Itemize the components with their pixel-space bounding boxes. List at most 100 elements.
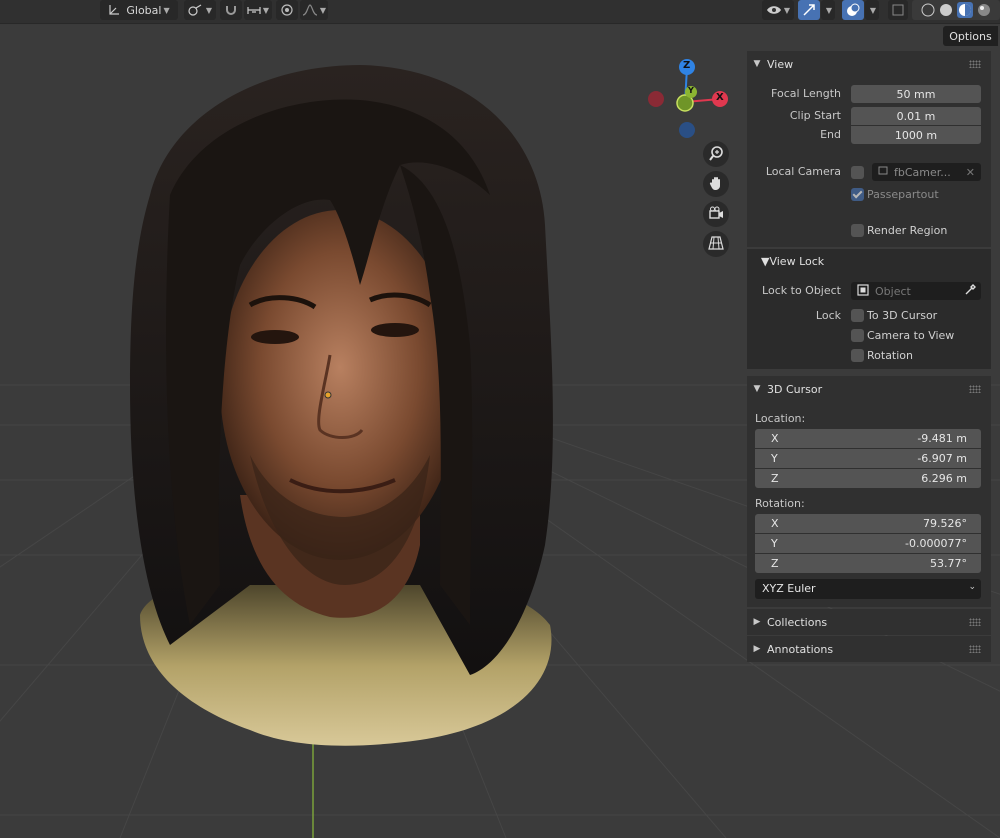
axis-value: -6.907 m bbox=[917, 452, 967, 465]
pivot-point-dropdown[interactable]: ▼ bbox=[184, 0, 216, 20]
drag-handle-icon[interactable] bbox=[969, 385, 981, 393]
location-y-field[interactable]: Y -6.907 m bbox=[755, 449, 981, 468]
lock-to-object-field[interactable]: Object bbox=[851, 282, 981, 300]
zoom-view-button[interactable] bbox=[703, 141, 729, 167]
sidebar-panel: ▼ View Focal Length 50 mm Clip Start 0.0… bbox=[747, 50, 991, 670]
view-panel-header[interactable]: ▼ View bbox=[747, 51, 991, 77]
camera-icon bbox=[708, 205, 724, 224]
chevron-down-icon: ▼ bbox=[262, 5, 270, 15]
axis-label: Y bbox=[771, 452, 778, 465]
chevron-down-icon: ▼ bbox=[825, 5, 833, 15]
3d-cursor-panel-header[interactable]: ▼ 3D Cursor bbox=[747, 376, 991, 402]
chevron-down-icon: ▼ bbox=[761, 254, 770, 268]
drag-handle-icon[interactable] bbox=[969, 618, 981, 626]
local-camera-field[interactable]: fbCamer... ✕ bbox=[872, 163, 981, 181]
rotation-mode-select[interactable]: XYZ Euler ⌄ bbox=[755, 579, 981, 599]
passepartout-checkbox[interactable] bbox=[851, 188, 864, 201]
pivot-icon bbox=[188, 4, 204, 16]
to-3d-cursor-label: To 3D Cursor bbox=[867, 309, 938, 322]
3d-cursor-panel-body: Location: X -9.481 m Y -6.907 m Z 6.296 … bbox=[747, 402, 991, 607]
rotation-mode-value: XYZ Euler bbox=[762, 582, 816, 595]
3d-cursor-title: 3D Cursor bbox=[767, 382, 823, 396]
pan-view-button[interactable] bbox=[703, 171, 729, 197]
render-region-label: Render Region bbox=[867, 224, 948, 237]
to-3d-cursor-checkbox[interactable] bbox=[851, 309, 864, 322]
hand-icon bbox=[708, 175, 724, 194]
view-lock-panel-body: Lock to Object Object Lock To 3D Cursor … bbox=[747, 273, 991, 369]
clip-end-field[interactable]: 1000 m bbox=[851, 126, 981, 144]
gizmo-icon bbox=[802, 3, 816, 17]
gizmo-dropdown[interactable]: ▼ bbox=[821, 0, 835, 20]
overlays-toggle[interactable] bbox=[842, 0, 864, 20]
render-region-checkbox[interactable] bbox=[851, 224, 864, 237]
eyedropper-icon[interactable] bbox=[964, 284, 976, 299]
drag-handle-icon[interactable] bbox=[969, 60, 981, 68]
view-lock-panel-header[interactable]: ▼ View Lock bbox=[747, 249, 991, 273]
camera-to-view-checkbox[interactable] bbox=[851, 329, 864, 342]
local-camera-value: fbCamer... bbox=[894, 165, 951, 179]
camera-view-button[interactable] bbox=[703, 201, 729, 227]
proportional-editing-toggle[interactable] bbox=[276, 0, 298, 20]
camera-object-icon bbox=[878, 165, 889, 179]
location-label: Location: bbox=[755, 412, 806, 425]
rotation-lock-checkbox[interactable] bbox=[851, 349, 864, 362]
chevron-down-icon: ▼ bbox=[163, 5, 170, 15]
falloff-dropdown[interactable]: ▼ bbox=[300, 0, 328, 20]
overlays-dropdown[interactable]: ▼ bbox=[865, 0, 879, 20]
chevron-right-icon: ▶ bbox=[753, 617, 761, 627]
neg-x-axis-handle bbox=[648, 91, 664, 107]
rotation-z-field[interactable]: Z 53.77° bbox=[755, 554, 981, 573]
solid-shading-icon[interactable] bbox=[939, 3, 953, 17]
clip-start-field[interactable]: 0.01 m bbox=[851, 107, 981, 125]
axis-value: 79.526° bbox=[923, 517, 967, 530]
right-eye-shape bbox=[371, 323, 419, 337]
lock-to-object-label: Lock to Object bbox=[762, 284, 841, 297]
annotations-title: Annotations bbox=[767, 642, 834, 656]
clear-icon[interactable]: ✕ bbox=[966, 166, 975, 179]
snap-target-dropdown[interactable]: ▼ bbox=[244, 0, 272, 20]
chevron-down-icon: ▼ bbox=[753, 384, 761, 394]
axis-label: X bbox=[771, 432, 779, 445]
view-panel-title: View bbox=[767, 57, 794, 71]
drag-handle-icon[interactable] bbox=[969, 645, 981, 653]
viewport-header: Global ▼ ▼ ▼ ▼ ▼ ▼ ▼ bbox=[0, 0, 1000, 24]
transform-orientation-dropdown[interactable]: Global ▼ bbox=[100, 0, 178, 20]
view-panel-body: Focal Length 50 mm Clip Start 0.01 m End… bbox=[747, 77, 991, 247]
collections-panel-header[interactable]: ▶ Collections bbox=[747, 609, 991, 635]
focal-length-field[interactable]: 50 mm bbox=[851, 85, 981, 103]
axis-value: 53.77° bbox=[930, 557, 967, 570]
orientation-label: Global bbox=[126, 3, 162, 17]
rotation-lock-label: Rotation bbox=[867, 349, 914, 362]
options-button[interactable]: Options bbox=[943, 26, 998, 46]
wireframe-shading-icon[interactable] bbox=[921, 3, 935, 17]
xray-icon bbox=[892, 4, 904, 16]
snap-increment-icon bbox=[247, 4, 261, 16]
lock-label: Lock bbox=[815, 309, 841, 322]
annotations-panel-header[interactable]: ▶ Annotations bbox=[747, 636, 991, 662]
location-x-field[interactable]: X -9.481 m bbox=[755, 429, 981, 448]
orthographic-toggle-button[interactable] bbox=[703, 231, 729, 257]
location-z-field[interactable]: Z 6.296 m bbox=[755, 469, 981, 488]
zoom-icon bbox=[708, 145, 724, 164]
face-shape bbox=[220, 210, 460, 560]
proportional-edit-icon bbox=[280, 3, 294, 17]
options-label: Options bbox=[949, 29, 992, 43]
visibility-dropdown[interactable]: ▼ bbox=[762, 0, 794, 20]
focal-length-label: Focal Length bbox=[771, 87, 841, 100]
local-camera-checkbox[interactable] bbox=[851, 166, 864, 179]
axis-label: Z bbox=[771, 472, 779, 485]
chevron-down-icon: ▼ bbox=[319, 5, 327, 15]
gizmo-toggle[interactable] bbox=[798, 0, 820, 20]
gizmo-x-label: X bbox=[716, 92, 724, 103]
axis-label: Y bbox=[771, 537, 778, 550]
rendered-shading-icon[interactable] bbox=[977, 3, 991, 17]
axis-label: X bbox=[771, 517, 779, 530]
camera-to-view-label: Camera to View bbox=[867, 329, 955, 342]
rotation-x-field[interactable]: X 79.526° bbox=[755, 514, 981, 533]
neg-z-axis-handle bbox=[679, 122, 695, 138]
material-preview-icon[interactable] bbox=[957, 2, 973, 18]
xray-toggle[interactable] bbox=[888, 0, 908, 20]
rotation-y-field[interactable]: Y -0.000077° bbox=[755, 534, 981, 553]
snap-toggle[interactable] bbox=[220, 0, 242, 20]
gizmo-y-label: Y bbox=[688, 86, 694, 95]
